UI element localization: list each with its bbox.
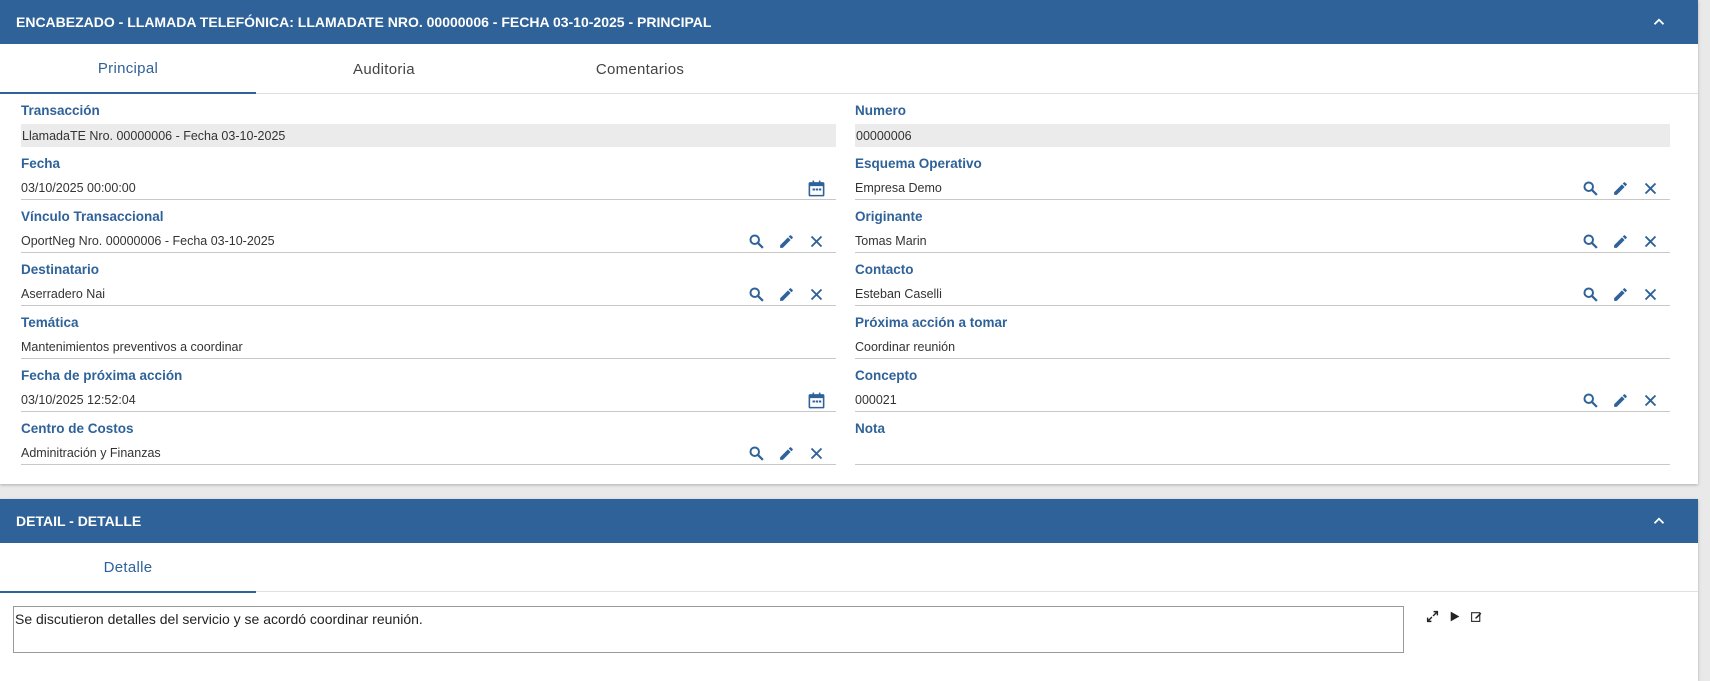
close-icon[interactable] — [1641, 232, 1660, 251]
field-numero: Numero 00000006 — [855, 94, 1670, 147]
pencil-icon[interactable] — [777, 444, 796, 463]
field-actions — [1581, 179, 1660, 198]
field-fecha-proxima-accion: Fecha de próxima acción 03/10/2025 12:52… — [21, 359, 836, 412]
tab-comentarios[interactable]: Comentarios — [512, 44, 768, 94]
search-icon[interactable] — [1581, 285, 1600, 304]
detail-panel: DETAIL - DETALLE Detalle Se discutieron … — [0, 499, 1698, 681]
search-icon[interactable] — [1581, 391, 1600, 410]
vinculo-transaccional-input[interactable]: OportNeg Nro. 00000006 - Fecha 03-10-202… — [21, 230, 836, 253]
expand-icon[interactable] — [1425, 609, 1439, 623]
proxima-accion-input[interactable]: Coordinar reunión — [855, 336, 1670, 359]
transaccion-value: LlamadaTE Nro. 00000006 - Fecha 03-10-20… — [21, 124, 836, 147]
destinatario-input[interactable]: Aserradero Nai — [21, 283, 836, 306]
right-column: Numero 00000006 Esquema Operativo Empres… — [855, 94, 1670, 465]
detail-panel-bar[interactable]: DETAIL - DETALLE — [0, 499, 1698, 543]
tematica-input[interactable]: Mantenimientos preventivos a coordinar — [21, 336, 836, 359]
close-icon[interactable] — [1641, 179, 1660, 198]
field-label: Fecha — [21, 156, 61, 171]
detail-tabs: Detalle — [0, 543, 1698, 593]
field-vinculo-transaccional: Vínculo Transaccional OportNeg Nro. 0000… — [21, 200, 836, 253]
tab-detalle[interactable]: Detalle — [0, 543, 256, 593]
field-label: Contacto — [855, 262, 914, 277]
field-centro-costos: Centro de Costos Adminitración y Finanza… — [21, 412, 836, 465]
fecha-input[interactable]: 03/10/2025 00:00:00 — [21, 177, 836, 200]
field-label: Próxima acción a tomar — [855, 315, 1008, 330]
field-esquema-operativo: Esquema Operativo Empresa Demo — [855, 147, 1670, 200]
calendar-icon[interactable] — [807, 179, 826, 198]
esquema-operativo-input[interactable]: Empresa Demo — [855, 177, 1670, 200]
pencil-icon[interactable] — [1611, 285, 1630, 304]
field-actions — [747, 232, 826, 251]
nota-input[interactable] — [855, 442, 1670, 465]
field-label: Concepto — [855, 368, 918, 383]
chevron-up-icon[interactable] — [1650, 512, 1668, 530]
detail-panel-title: DETAIL - DETALLE — [16, 513, 142, 529]
play-icon[interactable] — [1447, 609, 1461, 623]
field-label: Vínculo Transaccional — [21, 209, 164, 224]
header-tabs: Principal Auditoria Comentarios — [0, 44, 1698, 94]
pencil-icon[interactable] — [1611, 179, 1630, 198]
detalle-textarea[interactable]: Se discutieron detalles del servicio y s… — [13, 606, 1404, 653]
field-proxima-accion: Próxima acción a tomar Coordinar reunión — [855, 306, 1670, 359]
search-icon[interactable] — [1581, 179, 1600, 198]
close-icon[interactable] — [807, 232, 826, 251]
close-icon[interactable] — [807, 444, 826, 463]
field-label: Numero — [855, 103, 907, 118]
field-actions — [1581, 232, 1660, 251]
left-column: Transacción LlamadaTE Nro. 00000006 - Fe… — [21, 94, 836, 465]
close-icon[interactable] — [1641, 285, 1660, 304]
field-nota: Nota — [855, 412, 1670, 465]
pencil-icon[interactable] — [777, 232, 796, 251]
field-contacto: Contacto Esteban Caselli — [855, 253, 1670, 306]
header-panel-title: ENCABEZADO - LLAMADA TELEFÓNICA: LLAMADA… — [16, 14, 712, 30]
field-label: Centro de Costos — [21, 421, 134, 436]
pencil-icon[interactable] — [777, 285, 796, 304]
field-actions — [747, 285, 826, 304]
fecha-proxima-accion-input[interactable]: 03/10/2025 12:52:04 — [21, 389, 836, 412]
editor-tools — [1425, 609, 1483, 623]
header-panel-bar[interactable]: ENCABEZADO - LLAMADA TELEFÓNICA: LLAMADA… — [0, 0, 1698, 44]
edit-note-icon[interactable] — [1469, 609, 1483, 623]
field-tematica: Temática Mantenimientos preventivos a co… — [21, 306, 836, 359]
field-destinatario: Destinatario Aserradero Nai — [21, 253, 836, 306]
numero-value: 00000006 — [855, 124, 1670, 147]
search-icon[interactable] — [747, 444, 766, 463]
close-icon[interactable] — [1641, 391, 1660, 410]
field-label: Transacción — [21, 103, 100, 118]
header-panel: ENCABEZADO - LLAMADA TELEFÓNICA: LLAMADA… — [0, 0, 1698, 484]
search-icon[interactable] — [1581, 232, 1600, 251]
field-label: Temática — [21, 315, 79, 330]
field-label: Fecha de próxima acción — [21, 368, 183, 383]
field-label: Destinatario — [21, 262, 100, 277]
calendar-icon[interactable] — [807, 391, 826, 410]
field-actions — [1581, 391, 1660, 410]
tab-principal[interactable]: Principal — [0, 44, 256, 94]
search-icon[interactable] — [747, 285, 766, 304]
field-originante: Originante Tomas Marin — [855, 200, 1670, 253]
concepto-input[interactable]: 000021 — [855, 389, 1670, 412]
field-label: Nota — [855, 421, 885, 436]
chevron-up-icon[interactable] — [1650, 13, 1668, 31]
field-label: Esquema Operativo — [855, 156, 982, 171]
originante-input[interactable]: Tomas Marin — [855, 230, 1670, 253]
pencil-icon[interactable] — [1611, 232, 1630, 251]
pencil-icon[interactable] — [1611, 391, 1630, 410]
close-icon[interactable] — [807, 285, 826, 304]
field-actions — [747, 444, 826, 463]
header-form: Transacción LlamadaTE Nro. 00000006 - Fe… — [0, 94, 1698, 484]
tab-auditoria[interactable]: Auditoria — [256, 44, 512, 94]
field-transaccion: Transacción LlamadaTE Nro. 00000006 - Fe… — [21, 94, 836, 147]
field-fecha: Fecha 03/10/2025 00:00:00 — [21, 147, 836, 200]
field-concepto: Concepto 000021 — [855, 359, 1670, 412]
field-label: Originante — [855, 209, 923, 224]
contacto-input[interactable]: Esteban Caselli — [855, 283, 1670, 306]
centro-costos-input[interactable]: Adminitración y Finanzas — [21, 442, 836, 465]
search-icon[interactable] — [747, 232, 766, 251]
field-actions — [1581, 285, 1660, 304]
